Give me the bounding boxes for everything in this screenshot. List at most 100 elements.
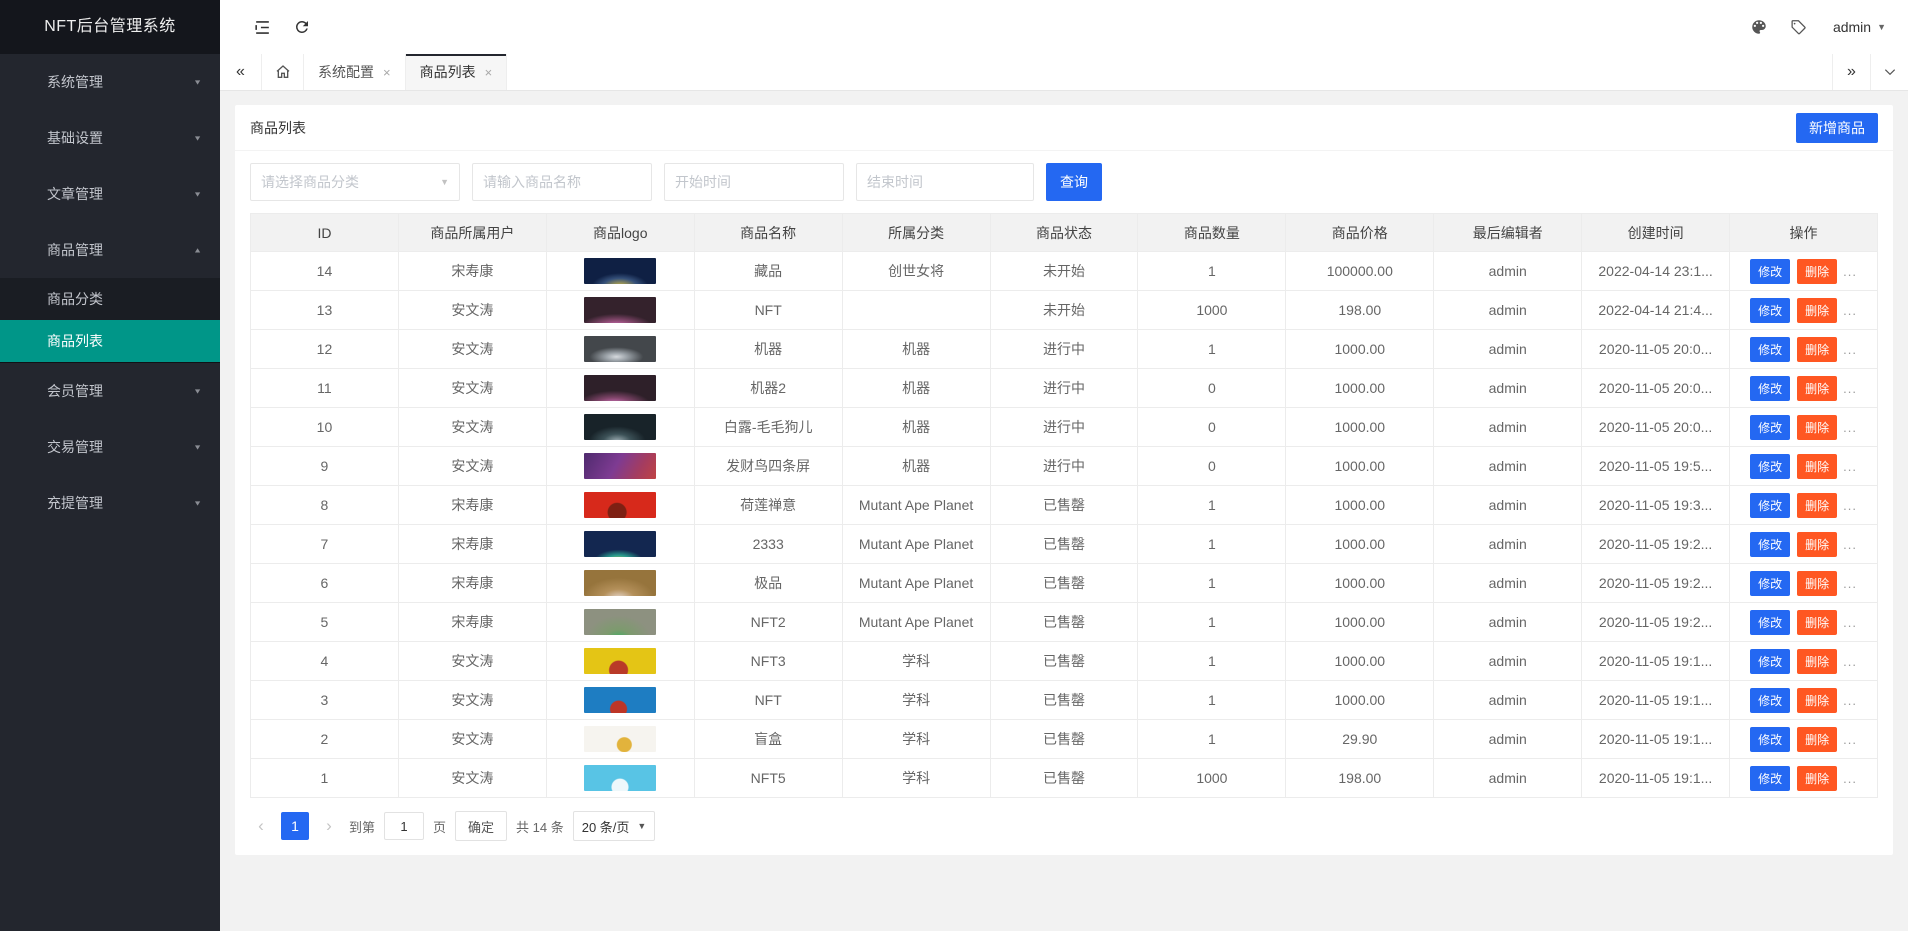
cell-name: 荷莲禅意 — [694, 486, 842, 525]
category-select[interactable]: 请选择商品分类 ▼ — [250, 163, 460, 201]
tab-system-config[interactable]: 系统配置× — [304, 54, 406, 90]
cell-price: 1000.00 — [1286, 603, 1434, 642]
cell-editor: admin — [1434, 252, 1582, 291]
more-actions: ... — [1843, 264, 1857, 279]
edit-button[interactable]: 修改 — [1750, 259, 1790, 284]
sidebar-item-article-management[interactable]: 文章管理▼ — [0, 166, 220, 222]
page-size-select[interactable]: 20 条/页 ▼ — [573, 811, 656, 841]
cell-status: 未开始 — [990, 252, 1138, 291]
end-time-input[interactable] — [856, 163, 1034, 201]
add-product-button[interactable]: 新增商品 — [1796, 113, 1878, 143]
delete-button[interactable]: 删除 — [1797, 649, 1837, 674]
theme-button[interactable] — [1739, 0, 1779, 54]
cell-user: 宋寿康 — [398, 564, 546, 603]
product-logo-image — [584, 765, 656, 791]
edit-button[interactable]: 修改 — [1750, 649, 1790, 674]
product-name-input[interactable] — [472, 163, 652, 201]
cell-actions: 修改删除... — [1730, 720, 1878, 759]
close-icon[interactable]: × — [485, 65, 493, 80]
sidebar-item-goods-management[interactable]: 商品管理▲ — [0, 222, 220, 278]
sidebar-item-recharge-management[interactable]: 充提管理▼ — [0, 475, 220, 531]
column-header: 商品名称 — [694, 214, 842, 252]
close-icon[interactable]: × — [383, 65, 391, 80]
cell-created: 2020-11-05 19:5... — [1582, 447, 1730, 486]
tab-goods-list[interactable]: 商品列表× — [406, 54, 508, 90]
table-body: 14宋寿康藏品创世女将未开始1100000.00admin2022-04-14 … — [251, 252, 1878, 798]
edit-button[interactable]: 修改 — [1750, 766, 1790, 791]
cell-editor: admin — [1434, 681, 1582, 720]
edit-button[interactable]: 修改 — [1750, 493, 1790, 518]
goto-confirm-button[interactable]: 确定 — [455, 811, 507, 841]
cell-id: 14 — [251, 252, 399, 291]
delete-button[interactable]: 删除 — [1797, 259, 1837, 284]
cell-editor: admin — [1434, 330, 1582, 369]
product-logo-image — [584, 336, 656, 362]
tabs-scroll-left-button[interactable]: « — [220, 54, 262, 90]
next-page-button[interactable]: › — [318, 812, 340, 840]
prev-page-button[interactable]: ‹ — [250, 812, 272, 840]
refresh-button[interactable] — [282, 0, 322, 54]
edit-button[interactable]: 修改 — [1750, 454, 1790, 479]
goto-page-input[interactable] — [384, 812, 424, 840]
column-header: 商品数量 — [1138, 214, 1286, 252]
product-logo-image — [584, 687, 656, 713]
palette-icon — [1750, 18, 1768, 36]
cell-actions: 修改删除... — [1730, 486, 1878, 525]
delete-button[interactable]: 删除 — [1797, 337, 1837, 362]
delete-button[interactable]: 删除 — [1797, 298, 1837, 323]
cell-created: 2020-11-05 19:3... — [1582, 486, 1730, 525]
current-page-button[interactable]: 1 — [281, 812, 309, 840]
cell-editor: admin — [1434, 759, 1582, 798]
edit-button[interactable]: 修改 — [1750, 376, 1790, 401]
edit-button[interactable]: 修改 — [1750, 337, 1790, 362]
product-logo-image — [584, 726, 656, 752]
search-button[interactable]: 查询 — [1046, 163, 1102, 201]
edit-button[interactable]: 修改 — [1750, 415, 1790, 440]
sidebar-item-system-management[interactable]: 系统管理▼ — [0, 54, 220, 110]
home-tab[interactable] — [262, 54, 304, 90]
cell-price: 29.90 — [1286, 720, 1434, 759]
edit-button[interactable]: 修改 — [1750, 571, 1790, 596]
sidebar-item-member-management[interactable]: 会员管理▼ — [0, 363, 220, 419]
delete-button[interactable]: 删除 — [1797, 493, 1837, 518]
more-actions: ... — [1843, 303, 1857, 318]
delete-button[interactable]: 删除 — [1797, 571, 1837, 596]
sidebar-item-goods-list[interactable]: 商品列表 — [0, 320, 220, 362]
edit-button[interactable]: 修改 — [1750, 727, 1790, 752]
delete-button[interactable]: 删除 — [1797, 610, 1837, 635]
more-actions: ... — [1843, 693, 1857, 708]
tag-button[interactable] — [1779, 0, 1819, 54]
cell-category: 机器 — [842, 447, 990, 486]
menu-item-label: 基础设置 — [47, 128, 103, 148]
delete-button[interactable]: 删除 — [1797, 727, 1837, 752]
tabs-scroll-right-button[interactable]: » — [1832, 54, 1870, 90]
start-time-input[interactable] — [664, 163, 844, 201]
app-window: NFT后台管理系统 系统管理▼基础设置▼文章管理▼商品管理▲商品分类商品列表会员… — [0, 0, 1908, 931]
sidebar-item-goods-category[interactable]: 商品分类 — [0, 278, 220, 320]
delete-button[interactable]: 删除 — [1797, 376, 1837, 401]
edit-button[interactable]: 修改 — [1750, 532, 1790, 557]
sidebar-toggle-button[interactable] — [242, 0, 282, 54]
cell-price: 198.00 — [1286, 291, 1434, 330]
chevron-down-icon — [1883, 65, 1897, 79]
edit-button[interactable]: 修改 — [1750, 610, 1790, 635]
edit-button[interactable]: 修改 — [1750, 298, 1790, 323]
sidebar-item-basic-settings[interactable]: 基础设置▼ — [0, 110, 220, 166]
delete-button[interactable]: 删除 — [1797, 415, 1837, 440]
cell-user: 安文涛 — [398, 330, 546, 369]
tabs-menu-button[interactable] — [1870, 54, 1908, 90]
caret-down-icon: ▼ — [193, 499, 202, 507]
delete-button[interactable]: 删除 — [1797, 688, 1837, 713]
table-row: 13安文涛NFT未开始1000198.00admin2022-04-14 21:… — [251, 291, 1878, 330]
user-menu[interactable]: admin ▼ — [1819, 0, 1890, 54]
delete-button[interactable]: 删除 — [1797, 454, 1837, 479]
delete-button[interactable]: 删除 — [1797, 766, 1837, 791]
cell-created: 2020-11-05 19:2... — [1582, 564, 1730, 603]
cell-qty: 0 — [1138, 447, 1286, 486]
column-header: 商品状态 — [990, 214, 1138, 252]
cell-name: NFT — [694, 681, 842, 720]
delete-button[interactable]: 删除 — [1797, 532, 1837, 557]
sidebar-item-trade-management[interactable]: 交易管理▼ — [0, 419, 220, 475]
edit-button[interactable]: 修改 — [1750, 688, 1790, 713]
cell-editor: admin — [1434, 486, 1582, 525]
